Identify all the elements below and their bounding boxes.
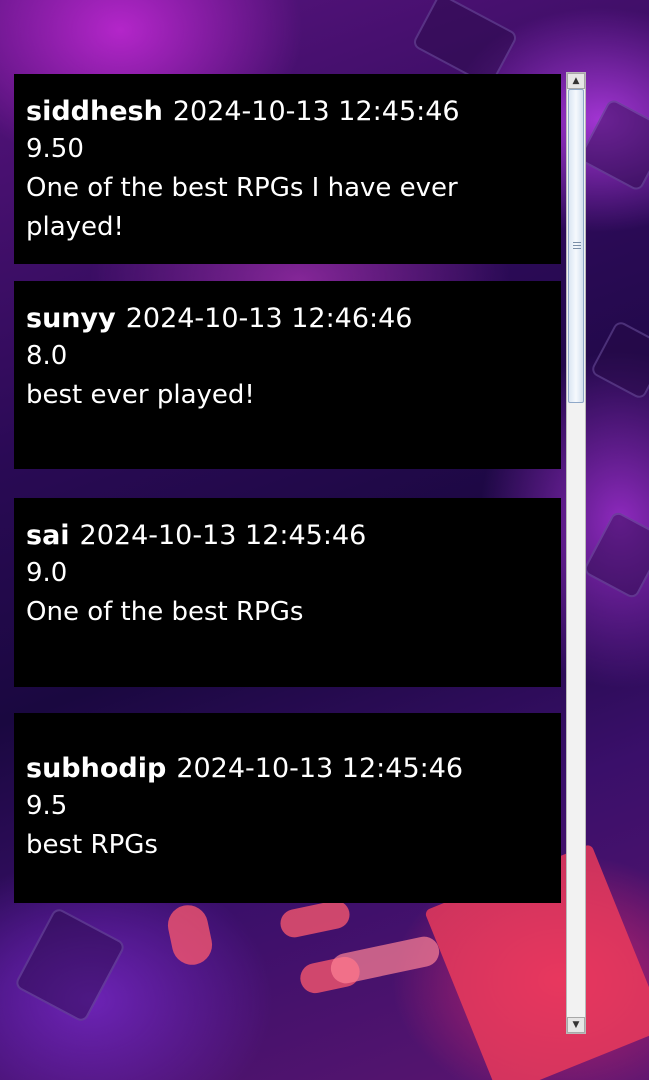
- review-comment: One of the best RPGs I have ever: [26, 173, 458, 203]
- review-card: sunyy 2024-10-13 12:46:46 8.0 best ever p…: [14, 281, 561, 469]
- review-timestamp: 2024-10-13 12:45:46: [172, 96, 460, 127]
- review-comment: best ever played!: [26, 380, 255, 410]
- review-username: sai: [26, 520, 70, 551]
- review-rating: 8.0: [26, 341, 68, 371]
- review-timestamp: 2024-10-13 12:45:46: [176, 753, 464, 784]
- review-username: sunyy: [26, 303, 116, 334]
- arrow-up-icon: ▲: [572, 76, 580, 86]
- review-timestamp: 2024-10-13 12:45:46: [79, 520, 367, 551]
- review-header: sai 2024-10-13 12:45:46: [26, 518, 549, 554]
- scroll-down-button[interactable]: ▼: [567, 1017, 585, 1033]
- review-timestamp: 2024-10-13 12:46:46: [125, 303, 413, 334]
- review-card: sai 2024-10-13 12:45:46 9.0 One of the be…: [14, 498, 561, 687]
- review-card: subhodip 2024-10-13 12:45:46 9.5 best RPG…: [14, 713, 561, 903]
- arrow-down-icon: ▼: [572, 1020, 580, 1030]
- review-rating: 9.5: [26, 791, 68, 821]
- vertical-scrollbar[interactable]: ▲ ▼: [566, 72, 586, 1034]
- scrollbar-thumb[interactable]: [568, 89, 584, 403]
- scroll-up-button[interactable]: ▲: [567, 73, 585, 89]
- review-comment: best RPGs: [26, 830, 158, 860]
- review-comment: One of the best RPGs: [26, 597, 304, 627]
- review-rating: 9.50: [26, 134, 84, 164]
- review-card: siddhesh 2024-10-13 12:45:46 9.50 One of …: [14, 74, 561, 264]
- grip-icon: [573, 242, 581, 249]
- review-rating: 9.0: [26, 558, 68, 588]
- review-username: siddhesh: [26, 96, 163, 127]
- review-username: subhodip: [26, 753, 167, 784]
- review-header: subhodip 2024-10-13 12:45:46: [26, 751, 549, 787]
- review-header: sunyy 2024-10-13 12:46:46: [26, 301, 549, 337]
- review-header: siddhesh 2024-10-13 12:45:46: [26, 94, 549, 130]
- review-comment-continued: played!: [26, 212, 124, 242]
